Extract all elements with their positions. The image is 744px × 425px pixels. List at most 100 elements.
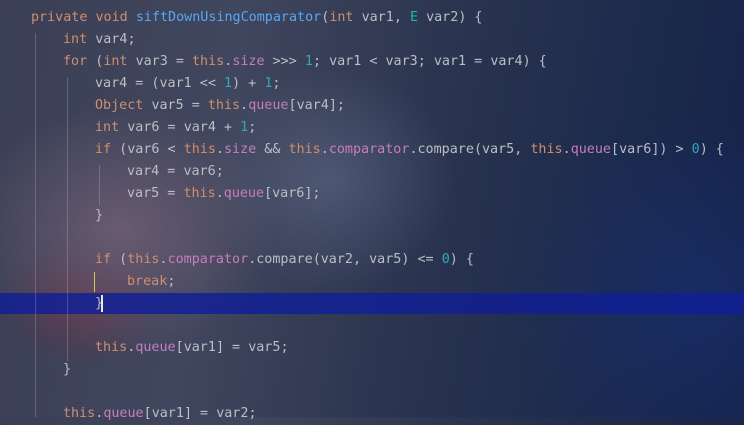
text-caret (101, 295, 103, 312)
code-editor[interactable]: private void siftDownUsingComparator(int… (0, 0, 744, 421)
code-token: this (183, 186, 216, 201)
code-token: ; (127, 32, 136, 47)
code-token: var2 (426, 10, 459, 25)
code-line-5[interactable]: Object var5 = this.queue[var4]; (95, 95, 345, 117)
code-token: compare (417, 142, 474, 157)
code-token: ) { (699, 142, 724, 157)
code-token: var1 (159, 76, 192, 91)
code-token: comparator (167, 252, 249, 267)
code-token: } (95, 208, 104, 223)
code-line-12[interactable]: if (this.comparator.compare(var2, var5) … (95, 249, 474, 271)
code-token: [ (288, 98, 297, 113)
code-token: ; (248, 120, 257, 135)
code-token: var4 (183, 120, 216, 135)
code-text: this.queue[var1] = var5; (95, 340, 289, 355)
code-token: var4 (490, 54, 523, 69)
code-token: ) { (522, 54, 547, 69)
code-token: var1 (183, 340, 216, 355)
indent-guide (35, 33, 36, 417)
code-token: queue (135, 340, 176, 355)
code-token: this (95, 340, 128, 355)
code-token: E (409, 10, 418, 25)
code-token: var3 (135, 54, 168, 69)
code-token: ) { (458, 10, 483, 25)
code-token: this (127, 252, 160, 267)
code-token: if (95, 142, 112, 157)
code-token: var6 (127, 120, 160, 135)
code-token: [ (175, 340, 184, 355)
code-token: var6 (183, 164, 216, 179)
code-token: var4 (296, 98, 329, 113)
code-token: siftDownUsingComparator (135, 10, 322, 25)
code-token: this (192, 54, 225, 69)
code-line-6[interactable]: int var6 = var4 + 1; (95, 117, 256, 139)
code-text: var5 = this.queue[var6]; (127, 186, 321, 201)
code-line-7[interactable]: if (var6 < this.size && this.comparator.… (95, 139, 724, 161)
code-line-13[interactable]: break; (127, 271, 175, 293)
code-token: ; (167, 274, 176, 289)
code-token: ; (215, 164, 224, 179)
code-text: var4 = var6; (127, 164, 224, 179)
code-token: . (320, 142, 329, 157)
brace-match-marker (94, 272, 95, 292)
code-line-4[interactable]: var4 = (var1 << 1) + 1; (95, 73, 280, 95)
code-token: this (288, 142, 321, 157)
code-line-10[interactable]: } (95, 205, 103, 227)
code-line-19[interactable]: this.queue[var1] = var2; (63, 403, 257, 425)
code-token: . (562, 142, 571, 157)
code-token: ]; (328, 98, 345, 113)
code-token: >>> (264, 54, 305, 69)
code-token: ( (87, 54, 104, 69)
code-token: ]; (304, 186, 321, 201)
code-token: var2 (216, 406, 249, 421)
code-line-3[interactable]: for (int var3 = this.size >>> 1; var1 < … (63, 51, 547, 73)
code-token: = (466, 54, 491, 69)
code-token: var6 (127, 142, 160, 157)
code-line-16[interactable]: this.queue[var1] = var5; (95, 337, 289, 359)
code-line-1[interactable]: private void siftDownUsingComparator(int… (31, 7, 483, 29)
code-token: queue (103, 406, 144, 421)
code-token: this (207, 98, 241, 113)
code-text: int var4; (63, 32, 136, 47)
code-token: var1 (329, 54, 362, 69)
code-token: private (31, 10, 88, 25)
code-token: = (167, 54, 192, 69)
code-token: var3 (385, 54, 418, 69)
code-text: for (int var3 = this.size >>> 1; var1 < … (63, 54, 547, 69)
code-token: = (159, 186, 184, 201)
code-line-17[interactable]: } (63, 359, 71, 381)
code-token: for (63, 54, 88, 69)
code-token: var4 (95, 76, 128, 91)
code-token: Object (95, 98, 144, 113)
code-token: if (95, 252, 112, 267)
code-text: if (var6 < this.size && this.comparator.… (95, 142, 724, 157)
code-token: int (95, 120, 120, 135)
code-token: ( (111, 252, 128, 267)
code-token: var4 (127, 164, 160, 179)
code-line-8[interactable]: var4 = var6; (127, 161, 224, 183)
code-token: } (63, 362, 72, 377)
code-token: size (232, 54, 265, 69)
code-token: ) + (232, 76, 265, 91)
code-token: ( (312, 252, 321, 267)
code-token: 0 (441, 252, 450, 267)
code-token: break (127, 274, 168, 289)
code-token: ; (248, 406, 257, 421)
code-token: . (240, 98, 249, 113)
code-line-2[interactable]: int var4; (63, 29, 136, 51)
code-token: + (215, 120, 241, 135)
code-token: var1 (433, 54, 467, 69)
code-token: , (393, 10, 410, 25)
code-token: compare (256, 252, 313, 267)
code-token: var5 (127, 186, 160, 201)
code-text: private void siftDownUsingComparator(int… (31, 10, 483, 25)
code-token: int (103, 54, 128, 69)
code-line-9[interactable]: var5 = this.queue[var6]; (127, 183, 321, 205)
code-token: [ (611, 142, 620, 157)
code-text: int var6 = var4 + 1; (95, 120, 256, 135)
code-token: this (530, 142, 563, 157)
